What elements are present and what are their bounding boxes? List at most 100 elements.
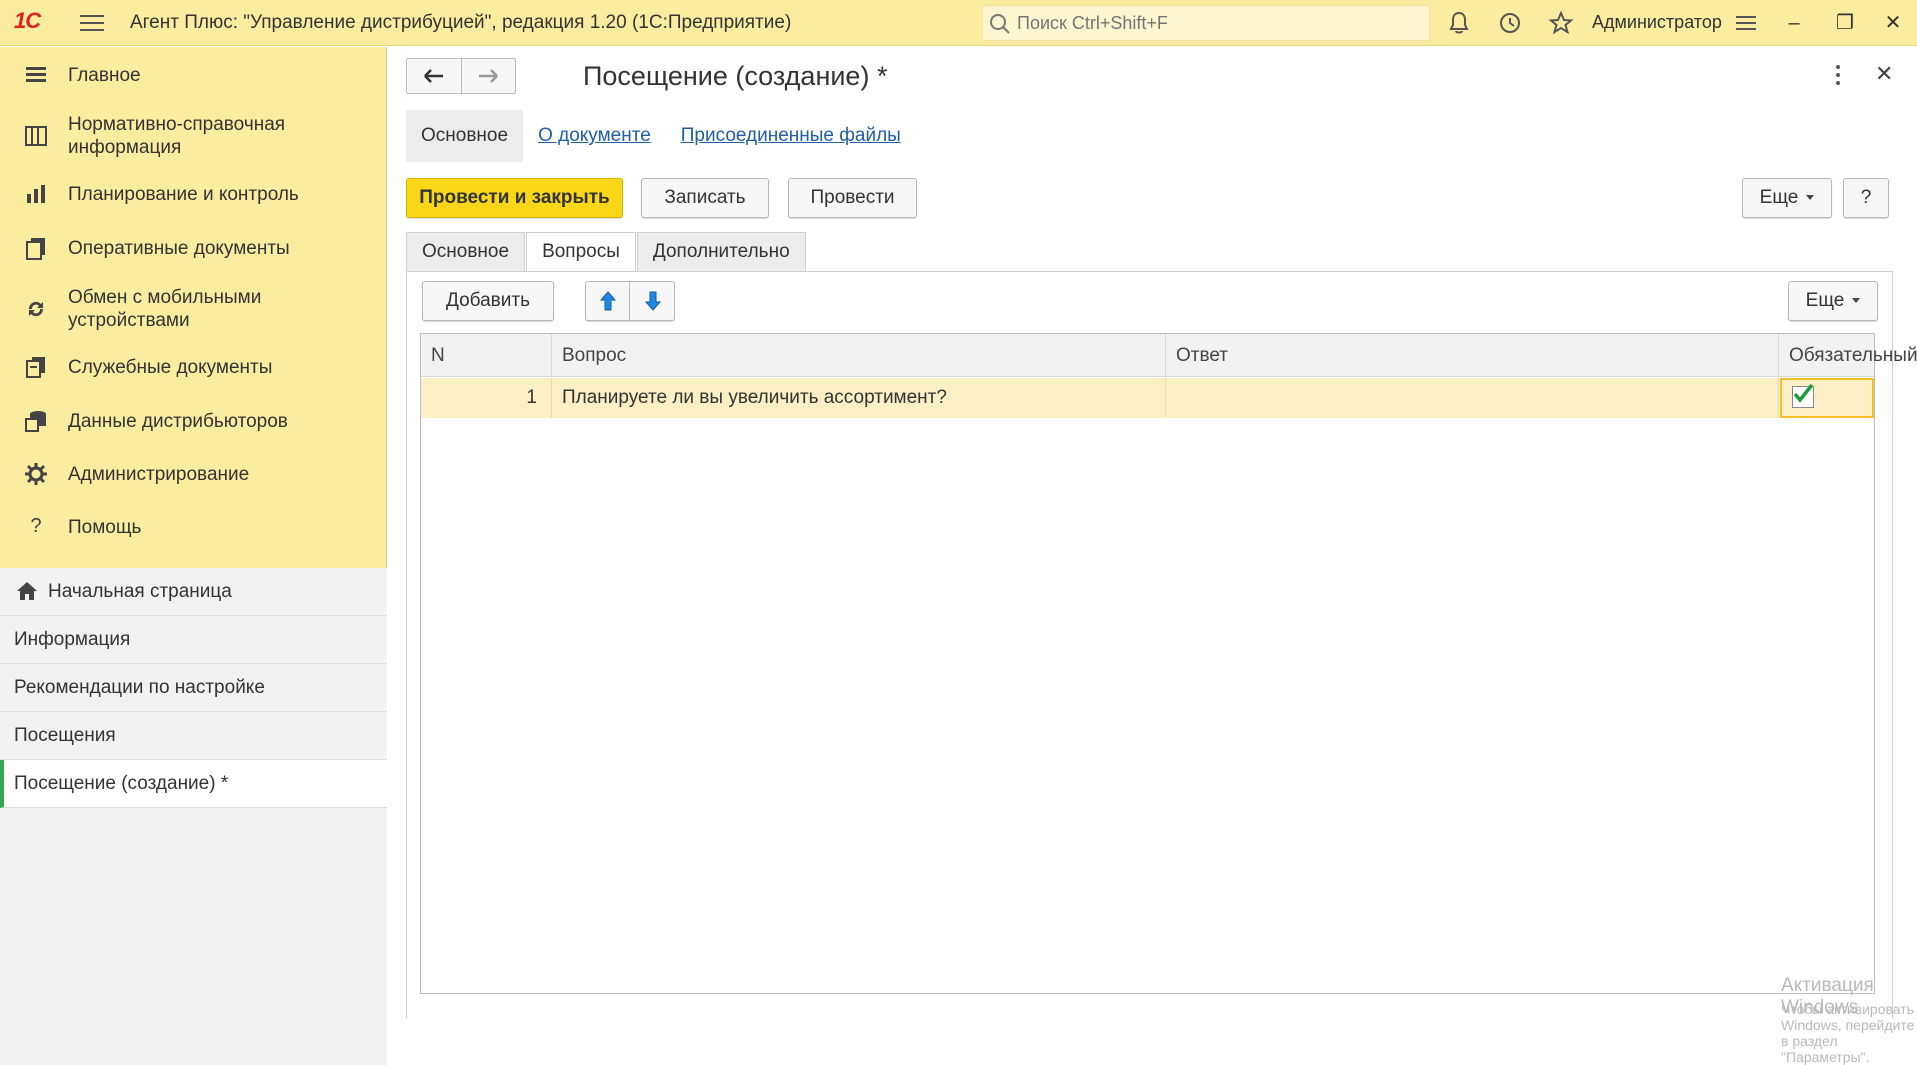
add-question-button[interactable]: Добавить xyxy=(422,281,554,321)
required-checkbox[interactable] xyxy=(1792,383,1814,408)
app-logo: 1С xyxy=(14,8,41,33)
sidebar: Главное Нормативно-справочная информация… xyxy=(0,47,387,1065)
sidebar-item-label: Оперативные документы xyxy=(68,238,290,259)
open-window-info[interactable]: Информация xyxy=(0,616,387,664)
sidebar-item-operational[interactable]: Оперативные документы xyxy=(0,228,386,268)
column-header-answer[interactable]: Ответ xyxy=(1166,334,1779,377)
more-label: Еще xyxy=(1759,187,1799,208)
tab-about-document[interactable]: О документе xyxy=(523,110,666,162)
move-buttons xyxy=(585,281,675,321)
document-form: Посещение (создание) * ✕ Основное О доку… xyxy=(388,47,1917,1065)
inner-tabs: Основное Вопросы Дополнительно xyxy=(406,232,807,272)
open-window-home[interactable]: Начальная страница xyxy=(0,568,387,616)
forward-button[interactable] xyxy=(462,59,516,93)
sidebar-item-label: Обмен с мобильными устройствами xyxy=(68,287,262,331)
bell-icon[interactable] xyxy=(1446,10,1472,36)
open-window-visit-create[interactable]: Посещение (создание) * xyxy=(0,760,387,808)
database-icon xyxy=(25,411,46,432)
nav-buttons xyxy=(406,58,516,94)
sidebar-item-label: Помощь xyxy=(68,517,142,538)
restore-button[interactable]: ❐ xyxy=(1828,6,1862,40)
tab-questions[interactable]: Вопросы xyxy=(526,232,636,272)
sidebar-item-label: Нормативно-справочная информация xyxy=(68,114,286,158)
save-button[interactable]: Записать xyxy=(641,178,769,218)
post-button[interactable]: Провести xyxy=(788,178,917,218)
tab-attached-files[interactable]: Присоединенные файлы xyxy=(666,110,916,162)
cell-question[interactable]: Планируете ли вы увеличить ассортимент? xyxy=(552,378,1166,418)
more-options-icon[interactable] xyxy=(1828,61,1848,89)
post-and-close-button[interactable]: Провести и закрыть xyxy=(406,178,623,218)
sidebar-item-distributors[interactable]: Данные дистрибьюторов xyxy=(0,401,386,441)
settings-lines-icon[interactable] xyxy=(1733,10,1759,36)
table-more-button[interactable]: Еще xyxy=(1788,281,1878,321)
sidebar-item-main[interactable]: Главное xyxy=(0,55,386,95)
star-icon[interactable] xyxy=(1548,10,1574,36)
column-header-required[interactable]: Обязательный xyxy=(1779,334,1917,377)
sidebar-item-planning[interactable]: Планирование и контроль xyxy=(0,174,386,214)
open-windows-panel: Начальная страница Информация Рекомендац… xyxy=(0,568,387,1065)
sidebar-item-exchange[interactable]: Обмен с мобильными устройствами xyxy=(0,282,386,334)
open-window-label: Рекомендации по настройке xyxy=(14,677,265,698)
open-window-label: Посещения xyxy=(14,725,116,746)
questions-table: N Вопрос Ответ Обязательный 1 Планируете… xyxy=(420,333,1917,994)
open-window-label: Посещение (создание) * xyxy=(14,773,229,794)
sidebar-item-service[interactable]: Служебные документы xyxy=(0,347,386,387)
sidebar-item-label: Служебные документы xyxy=(68,357,273,378)
arrow-down-icon xyxy=(644,291,662,311)
home-icon xyxy=(17,582,37,600)
chevron-down-icon xyxy=(1806,195,1815,201)
table-row[interactable]: 1 Планируете ли вы увеличить ассортимент… xyxy=(421,378,1874,418)
sidebar-item-label: Главное xyxy=(68,65,141,86)
back-button[interactable] xyxy=(407,59,462,93)
arrow-right-icon xyxy=(479,69,499,83)
open-window-visits[interactable]: Посещения xyxy=(0,712,387,760)
move-down-button[interactable] xyxy=(631,282,675,320)
help-icon: ? xyxy=(30,515,42,537)
sidebar-item-label: Планирование и контроль xyxy=(68,184,299,205)
list-icon xyxy=(26,67,46,82)
search-box[interactable] xyxy=(982,5,1430,41)
reference-icon xyxy=(25,126,47,146)
table-header: N Вопрос Ответ Обязательный xyxy=(421,334,1917,377)
tab-basic[interactable]: Основное xyxy=(406,232,526,271)
sidebar-item-help[interactable]: ? Помощь xyxy=(0,507,386,547)
more-label: Еще xyxy=(1805,290,1845,311)
arrow-up-icon xyxy=(599,291,616,311)
move-up-button[interactable] xyxy=(586,282,630,320)
cell-required[interactable] xyxy=(1780,378,1874,418)
column-header-question[interactable]: Вопрос xyxy=(552,334,1166,377)
form-sections: Основное О документе Присоединенные файл… xyxy=(406,110,916,162)
menu-icon[interactable] xyxy=(78,10,106,36)
windows-activation-text: Чтобы активировать Windows, перейдите в … xyxy=(1781,1001,1915,1065)
more-button[interactable]: Еще xyxy=(1742,178,1832,218)
open-window-label: Информация xyxy=(14,629,131,650)
user-name[interactable]: Администратор xyxy=(1592,12,1722,33)
page-title: Посещение (создание) * xyxy=(583,61,888,91)
cell-answer[interactable] xyxy=(1166,378,1779,418)
cell-n: 1 xyxy=(421,378,552,418)
tab-main[interactable]: Основное xyxy=(406,110,524,162)
arrow-left-icon xyxy=(423,69,443,83)
sidebar-item-label: Данные дистрибьюторов xyxy=(68,411,288,432)
close-form-button[interactable]: ✕ xyxy=(1875,61,1893,87)
service-docs-icon xyxy=(26,357,45,378)
sidebar-item-label: Администрирование xyxy=(68,464,250,485)
sidebar-item-admin[interactable]: Администрирование xyxy=(0,454,386,494)
tab-additional[interactable]: Дополнительно xyxy=(636,232,806,271)
checkmark-icon xyxy=(1793,383,1814,403)
title-bar: 1С Агент Плюс: "Управление дистрибуцией"… xyxy=(0,0,1917,46)
search-input[interactable] xyxy=(1015,6,1415,40)
help-button[interactable]: ? xyxy=(1843,178,1889,218)
history-icon[interactable] xyxy=(1497,10,1523,36)
chart-icon xyxy=(27,185,45,203)
gear-icon xyxy=(25,463,47,485)
chevron-down-icon xyxy=(1852,298,1861,304)
open-window-recommendations[interactable]: Рекомендации по настройке xyxy=(0,664,387,712)
open-window-label: Начальная страница xyxy=(48,581,232,602)
documents-icon xyxy=(26,238,45,260)
column-header-n[interactable]: N xyxy=(421,334,552,377)
sidebar-item-reference[interactable]: Нормативно-справочная информация xyxy=(0,109,386,161)
minimize-button[interactable]: – xyxy=(1777,6,1811,40)
close-window-button[interactable]: ✕ xyxy=(1876,6,1910,40)
sync-icon xyxy=(28,301,44,317)
